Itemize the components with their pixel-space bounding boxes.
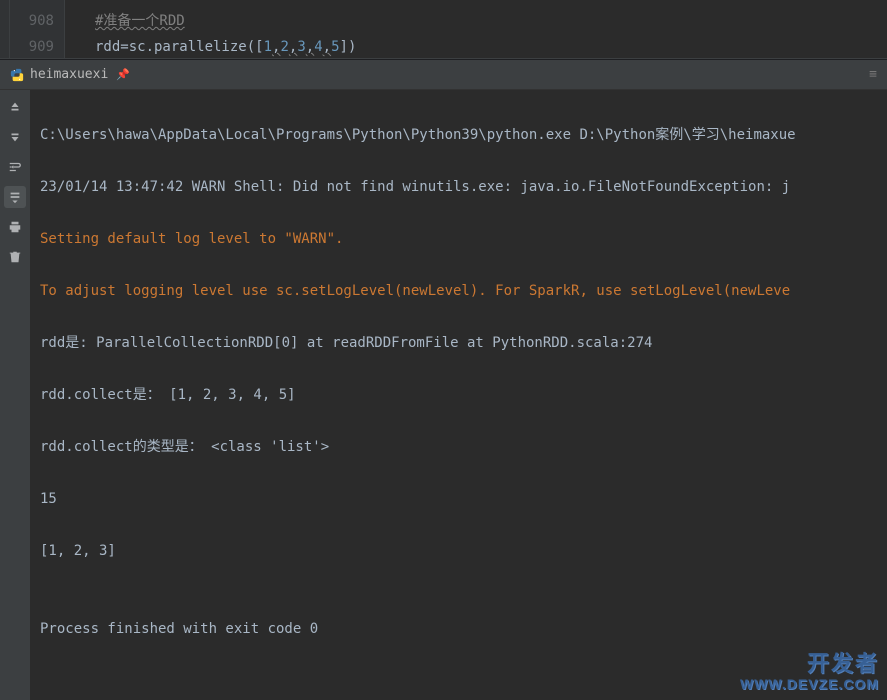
code-line: rdd=sc.parallelize([1,2,3,4,5]) — [95, 34, 887, 58]
scroll-to-end-icon[interactable] — [4, 186, 26, 208]
line-number-gutter: 908 909 910 911 912 913 914 915 916 917 … — [10, 0, 65, 58]
console-output[interactable]: C:\Users\hawa\AppData\Local\Programs\Pyt… — [30, 90, 887, 700]
scroll-up-icon[interactable] — [4, 96, 26, 118]
tab-options-icon[interactable]: ≡ — [869, 67, 877, 82]
code-line: #准备一个RDD — [95, 8, 887, 34]
editor-pane: 908 909 910 911 912 913 914 915 916 917 … — [0, 0, 887, 58]
trash-icon[interactable] — [4, 246, 26, 268]
console-line: 15 — [40, 486, 877, 512]
console-line: rdd.collect是： [1, 2, 3, 4, 5] — [40, 382, 877, 408]
console-line: Process finished with exit code 0 — [40, 616, 877, 642]
watermark: 开发者 WWW.DEVZE.COM — [740, 652, 879, 692]
soft-wrap-icon[interactable] — [4, 156, 26, 178]
run-tab-bar: heimaxuexi 📌 ≡ — [0, 60, 887, 90]
run-tab-label[interactable]: heimaxuexi — [30, 67, 108, 82]
console-line: rdd.collect的类型是： <class 'list'> — [40, 434, 877, 460]
panel-resize-handle[interactable]: ⋯ — [0, 58, 887, 59]
line-number: 909 — [10, 34, 54, 58]
console-line: rdd是: ParallelCollectionRDD[0] at readRD… — [40, 330, 877, 356]
run-body: C:\Users\hawa\AppData\Local\Programs\Pyt… — [0, 90, 887, 700]
console-line: Setting default log level to "WARN". — [40, 226, 877, 252]
print-icon[interactable] — [4, 216, 26, 238]
line-number: 908 — [10, 8, 54, 34]
run-panel: heimaxuexi 📌 ≡ C:\Users\hawa\AppData\Loc… — [0, 59, 887, 700]
console-line: [1, 2, 3] — [40, 538, 877, 564]
pin-icon[interactable]: 📌 — [116, 68, 130, 81]
action-gutter — [0, 0, 10, 58]
scroll-down-icon[interactable] — [4, 126, 26, 148]
code-editor[interactable]: #准备一个RDD rdd=sc.parallelize([1,2,3,4,5])… — [65, 0, 887, 58]
console-line: 23/01/14 13:47:42 WARN Shell: Did not fi… — [40, 174, 877, 200]
python-icon — [10, 68, 24, 82]
console-line: C:\Users\hawa\AppData\Local\Programs\Pyt… — [40, 122, 877, 148]
console-line: To adjust logging level use sc.setLogLev… — [40, 278, 877, 304]
run-toolbar — [0, 90, 30, 700]
